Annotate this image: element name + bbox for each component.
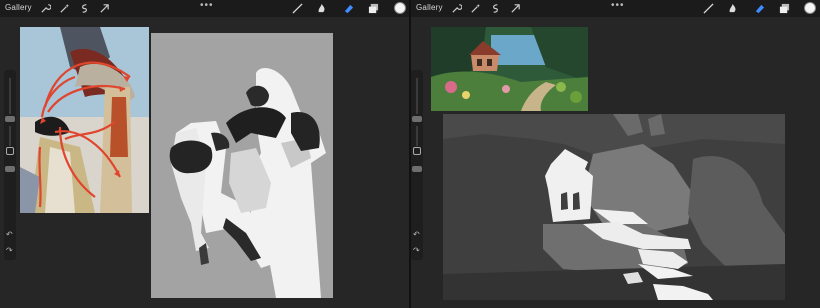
layers-icon[interactable]: [779, 3, 790, 14]
left-procreate-window: Gallery ••• ↶ ↷: [0, 0, 409, 308]
move-arrow-icon[interactable]: [510, 3, 521, 14]
color-picker-button[interactable]: [394, 2, 406, 14]
reference-painting[interactable]: [20, 27, 149, 213]
value-study-canvas[interactable]: [151, 33, 333, 298]
smudge-icon[interactable]: [316, 3, 327, 14]
opacity-track: [9, 126, 11, 146]
brush-size-track: [9, 78, 11, 114]
wrench-icon[interactable]: [40, 3, 51, 14]
wrench-icon[interactable]: [451, 3, 462, 14]
top-toolbar: Gallery •••: [0, 0, 409, 17]
undo-icon[interactable]: ↶: [6, 230, 13, 239]
more-options-icon[interactable]: •••: [200, 0, 214, 11]
eraser-icon[interactable]: [343, 3, 354, 14]
selection-icon[interactable]: [490, 3, 501, 14]
value-study-canvas[interactable]: [443, 114, 785, 300]
side-toolbar: ↶ ↷: [411, 70, 423, 260]
opacity-slider[interactable]: [412, 166, 422, 172]
gallery-button[interactable]: Gallery: [5, 3, 32, 12]
color-picker-button[interactable]: [804, 2, 816, 14]
move-arrow-icon[interactable]: [99, 3, 110, 14]
undo-icon[interactable]: ↶: [413, 230, 420, 239]
brush-size-slider[interactable]: [412, 116, 422, 122]
brush-size-slider[interactable]: [5, 116, 15, 122]
gallery-button[interactable]: Gallery: [416, 3, 443, 12]
side-toolbar: ↶ ↷: [4, 70, 16, 260]
more-options-icon[interactable]: •••: [611, 0, 625, 11]
redo-icon[interactable]: ↷: [413, 246, 420, 255]
opacity-slider[interactable]: [5, 166, 15, 172]
reference-painting[interactable]: [431, 27, 588, 111]
redo-icon[interactable]: ↷: [6, 246, 13, 255]
right-procreate-window: Gallery ••• ↶ ↷: [411, 0, 820, 308]
modify-button[interactable]: [413, 147, 421, 155]
top-toolbar: Gallery •••: [411, 0, 820, 17]
modify-button[interactable]: [6, 147, 14, 155]
magic-wand-icon[interactable]: [59, 3, 70, 14]
magic-wand-icon[interactable]: [470, 3, 481, 14]
layers-icon[interactable]: [368, 3, 379, 14]
brush-size-track: [416, 78, 418, 114]
eraser-icon[interactable]: [754, 3, 765, 14]
brush-icon[interactable]: [703, 3, 714, 14]
opacity-track: [416, 126, 418, 146]
brush-icon[interactable]: [292, 3, 303, 14]
selection-icon[interactable]: [79, 3, 90, 14]
smudge-icon[interactable]: [727, 3, 738, 14]
